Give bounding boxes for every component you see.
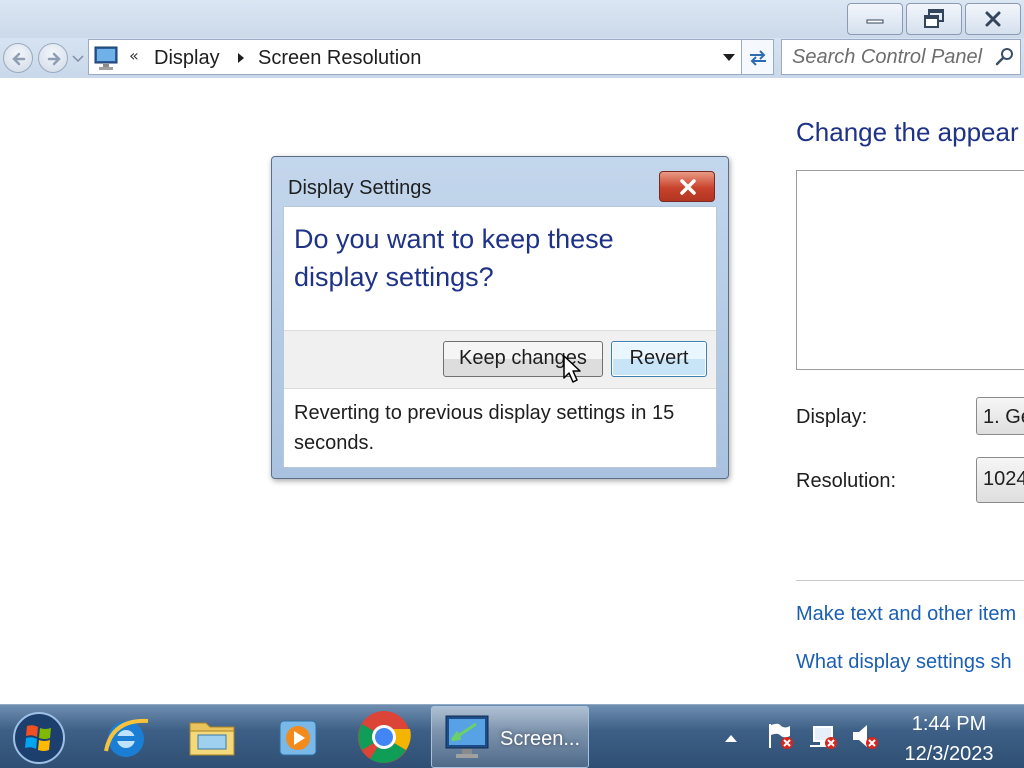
resolution-select[interactable]: 1024	[976, 457, 1024, 503]
window-titlebar	[0, 0, 1024, 38]
page-title: Change the appear	[796, 117, 1019, 147]
revert-button[interactable]: Revert	[611, 341, 707, 377]
taskbar: Screen... 1:44 PM 12/3/2023	[0, 704, 1024, 768]
dialog-button-row: Keep changes Revert	[284, 330, 716, 389]
breadcrumb-screen-resolution[interactable]: Screen Resolution	[258, 47, 421, 70]
resolution-label: Resolution:	[796, 470, 897, 492]
clock-date[interactable]: 12/3/2023	[880, 743, 1018, 766]
start-button-icon[interactable]	[12, 711, 66, 765]
search-box[interactable]	[781, 39, 1021, 75]
chrome-icon[interactable]	[356, 709, 412, 765]
display-settings-dialog: Display Settings Do you want to keep the…	[271, 156, 729, 479]
dialog-close-button[interactable]	[659, 171, 715, 202]
taskbar-active-window[interactable]: Screen...	[431, 706, 589, 768]
display-select[interactable]: 1. Ge	[976, 397, 1024, 435]
search-input[interactable]	[782, 40, 992, 74]
windows-explorer-icon[interactable]	[184, 709, 240, 765]
address-dropdown-icon[interactable]	[723, 54, 735, 62]
restore-button[interactable]	[906, 3, 962, 35]
restore-icon	[924, 9, 944, 28]
close-window-button[interactable]	[965, 3, 1021, 35]
back-button[interactable]	[3, 43, 33, 73]
text-size-link[interactable]: Make text and other item	[796, 603, 1016, 626]
close-icon	[680, 179, 696, 195]
address-bar[interactable]: « Display Screen Resolution	[88, 39, 742, 75]
refresh-button[interactable]	[742, 39, 774, 75]
display-settings-help-link[interactable]: What display settings sh	[796, 651, 1012, 674]
media-player-icon[interactable]	[270, 709, 326, 765]
section-divider	[796, 580, 1024, 581]
close-icon	[985, 11, 1001, 27]
display-settings-icon	[445, 715, 489, 758]
breadcrumb-display[interactable]: Display	[154, 47, 220, 70]
dialog-title: Display Settings	[288, 177, 432, 199]
forward-button[interactable]	[38, 43, 68, 73]
internet-explorer-icon[interactable]	[98, 709, 154, 765]
dialog-body: Do you want to keep these display settin…	[283, 206, 717, 468]
recent-pages-dropdown-icon[interactable]	[72, 55, 84, 63]
breadcrumb-separator-icon[interactable]	[237, 52, 245, 64]
minimize-button[interactable]	[847, 3, 903, 35]
monitor-preview[interactable]	[796, 170, 1024, 370]
volume-muted-icon[interactable]	[850, 721, 880, 751]
control-panel-icon	[94, 46, 118, 70]
display-label: Display:	[796, 406, 868, 428]
refresh-icon	[750, 50, 766, 66]
breadcrumb-overflow-chevron[interactable]: «	[129, 46, 139, 65]
mouse-cursor-icon	[563, 355, 581, 383]
clock-time[interactable]: 1:44 PM	[880, 713, 1018, 736]
taskbar-window-label: Screen...	[500, 728, 581, 750]
show-hidden-icons-icon[interactable]	[724, 733, 738, 743]
back-arrow-icon	[12, 52, 26, 66]
minimize-icon	[866, 19, 884, 24]
revert-countdown-text: Reverting to previous display settings i…	[294, 402, 675, 454]
forward-arrow-icon	[47, 52, 61, 66]
action-center-flag-icon[interactable]	[765, 721, 795, 751]
network-icon[interactable]	[808, 721, 838, 751]
search-icon[interactable]	[995, 47, 1015, 67]
dialog-question: Do you want to keep these display settin…	[294, 224, 614, 292]
navigation-bar: « Display Screen Resolution	[0, 38, 1024, 78]
